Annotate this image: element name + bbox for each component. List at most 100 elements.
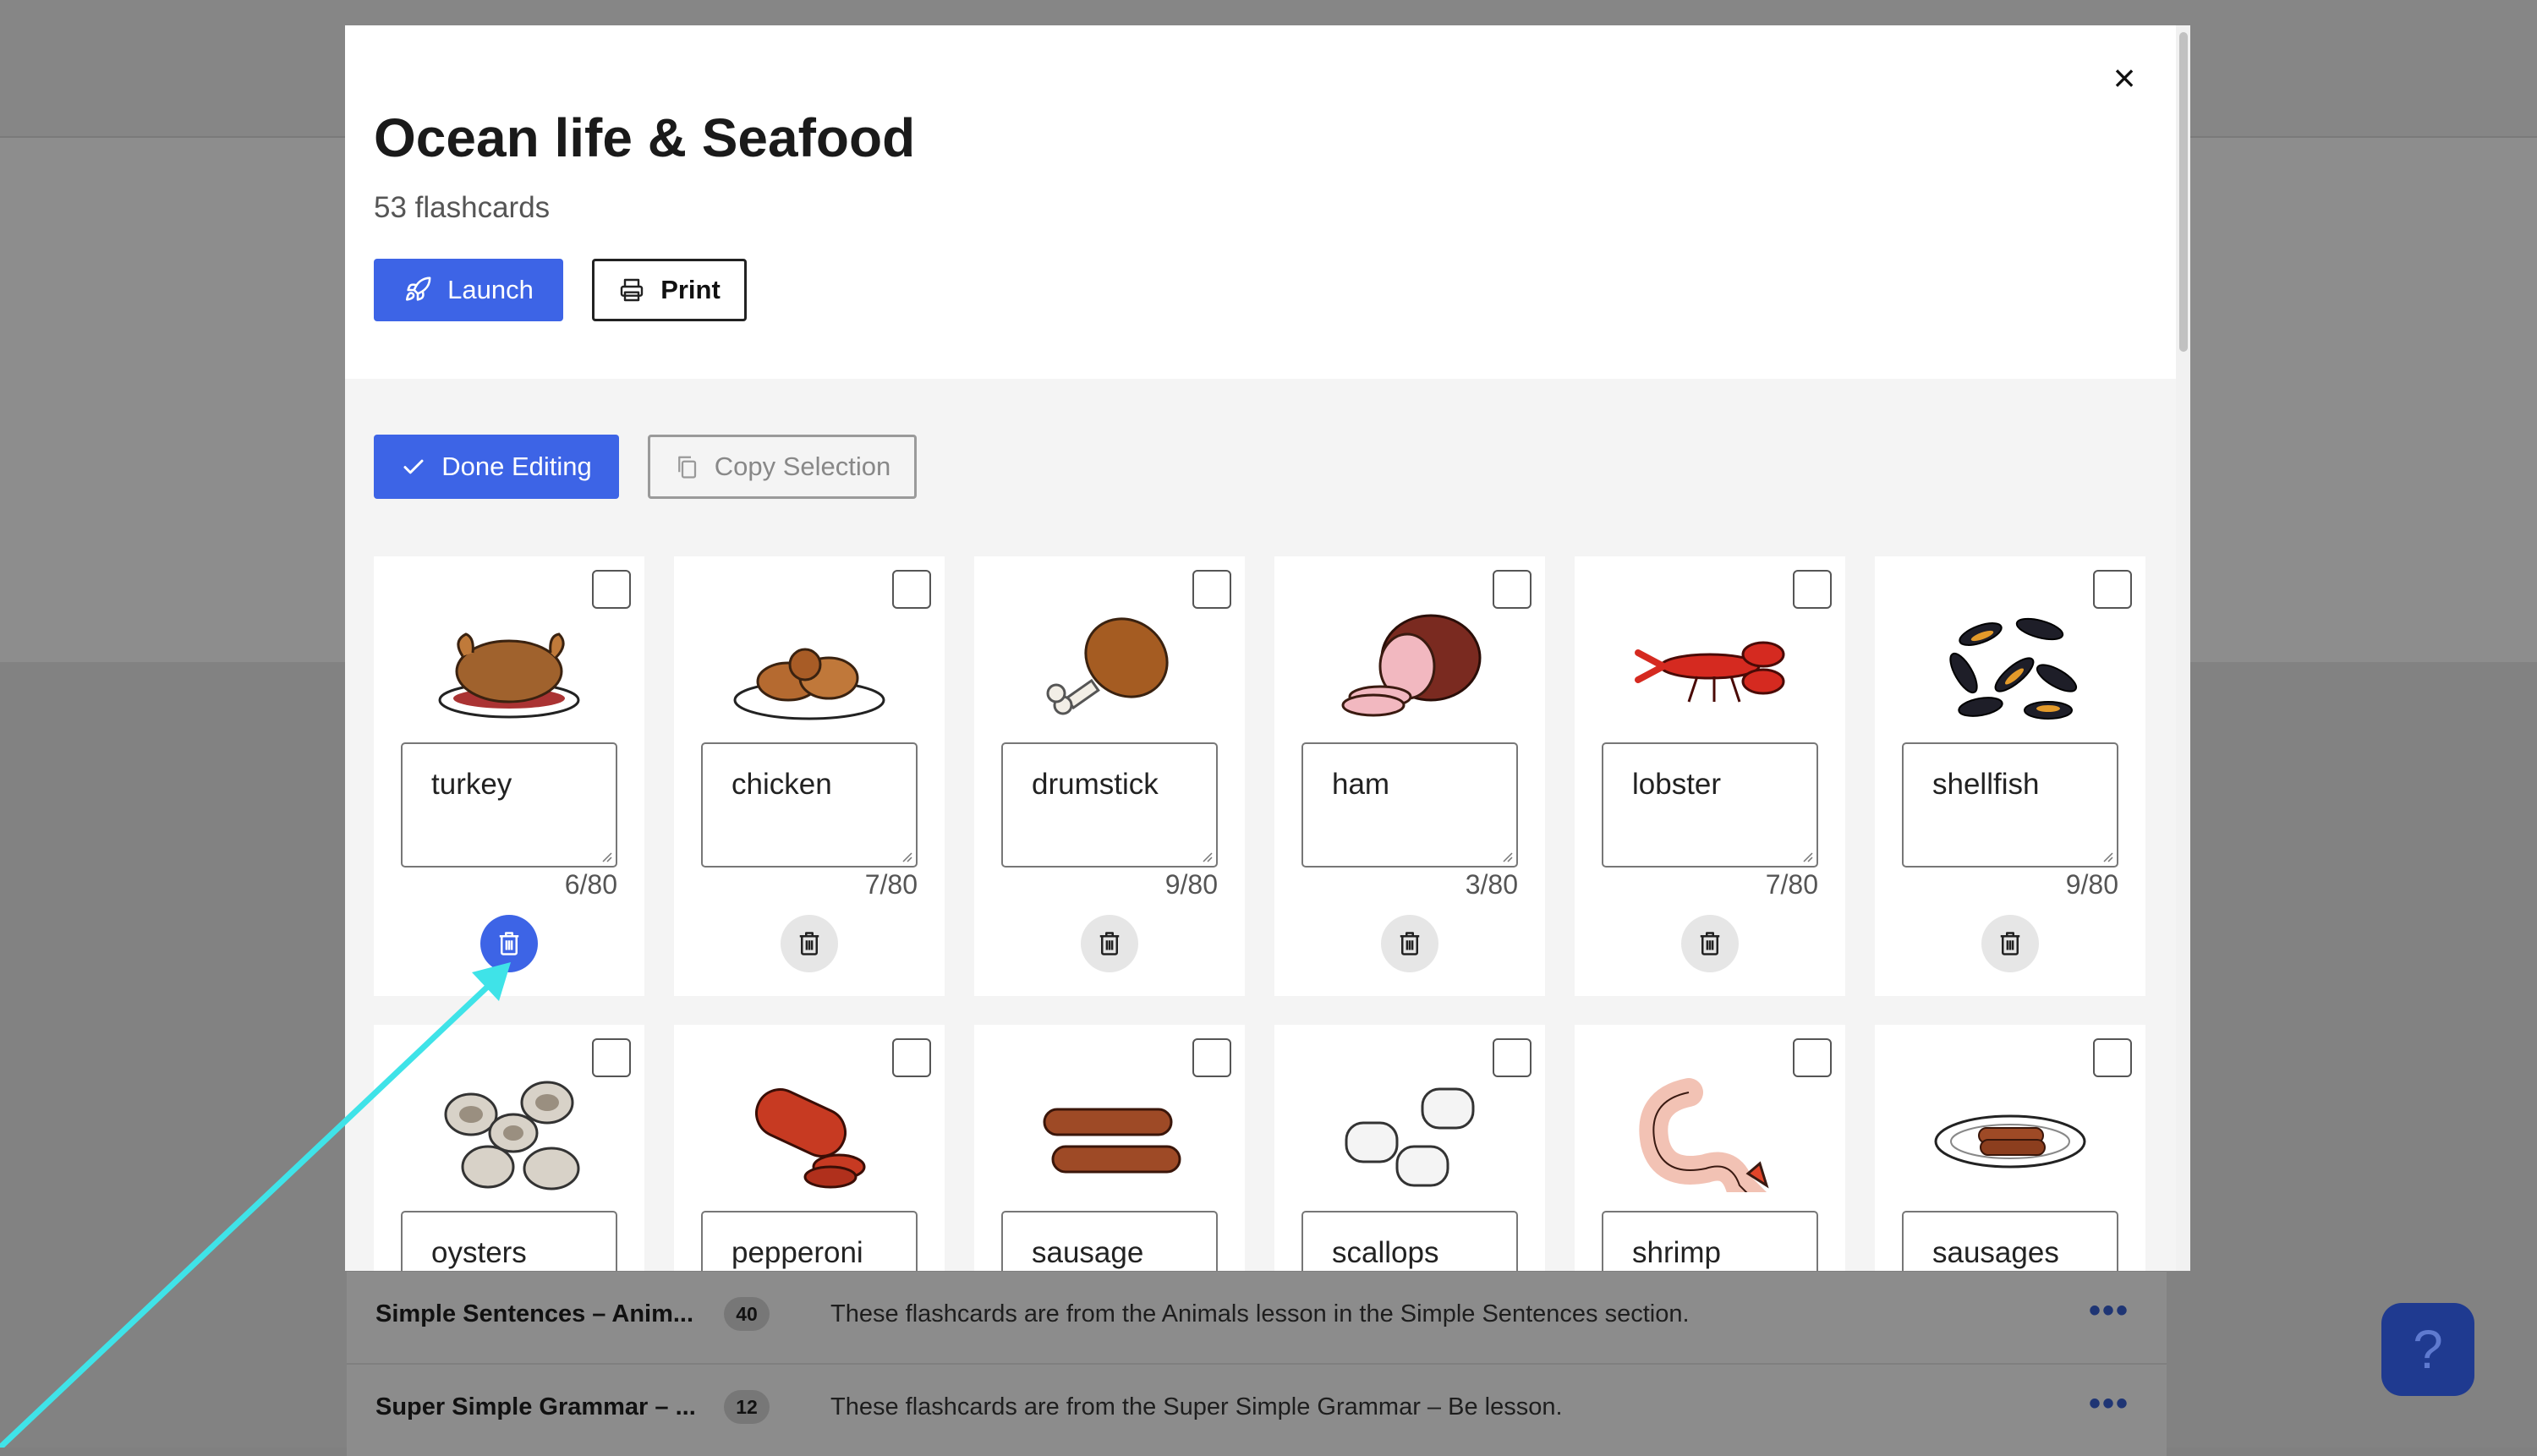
ham-icon bbox=[1341, 614, 1482, 717]
resize-handle-icon[interactable] bbox=[901, 851, 912, 862]
flashcard-word-input[interactable]: sausage bbox=[1001, 1211, 1218, 1271]
more-options-icon[interactable]: ••• bbox=[2089, 1385, 2129, 1423]
more-options-icon[interactable]: ••• bbox=[2089, 1292, 2129, 1330]
flashcard-drumstick: drumstick 9/80 bbox=[974, 556, 1245, 996]
select-checkbox[interactable] bbox=[592, 1038, 631, 1077]
delete-button[interactable] bbox=[480, 915, 538, 972]
select-checkbox[interactable] bbox=[1793, 1038, 1832, 1077]
character-counter: 6/80 bbox=[564, 869, 617, 900]
delete-button[interactable] bbox=[1981, 915, 2039, 972]
flashcard-oysters: oysters bbox=[374, 1025, 644, 1271]
select-checkbox[interactable] bbox=[1493, 570, 1532, 609]
flashcard-word: shellfish bbox=[1932, 768, 2040, 801]
trash-icon bbox=[1997, 929, 2023, 958]
printer-icon bbox=[620, 278, 644, 302]
flashcard-turkey: turkey 6/80 bbox=[374, 556, 644, 996]
flashcard-word-input[interactable]: drumstick bbox=[1001, 742, 1218, 868]
copy-icon bbox=[677, 456, 696, 479]
copy-selection-button[interactable]: Copy Selection bbox=[648, 435, 917, 499]
done-editing-button[interactable]: Done Editing bbox=[374, 435, 619, 499]
trash-icon bbox=[797, 929, 822, 958]
rocket-icon bbox=[406, 276, 431, 301]
set-count-badge: 12 bbox=[724, 1390, 770, 1424]
flashcard-word-input[interactable]: pepperoni bbox=[701, 1211, 918, 1271]
select-checkbox[interactable] bbox=[2093, 1038, 2132, 1077]
trash-icon bbox=[1097, 929, 1122, 958]
flashcard-word-input[interactable]: ham bbox=[1301, 742, 1518, 868]
close-icon[interactable]: × bbox=[2101, 54, 2148, 101]
delete-button[interactable] bbox=[1681, 915, 1739, 972]
set-description: These flashcards are from the Animals le… bbox=[830, 1300, 1690, 1327]
delete-button[interactable] bbox=[1081, 915, 1138, 972]
set-count-badge: 40 bbox=[724, 1297, 770, 1331]
set-description: These flashcards are from the Super Simp… bbox=[830, 1393, 1563, 1420]
select-checkbox[interactable] bbox=[2093, 570, 2132, 609]
flashcard-word: sausages bbox=[1932, 1236, 2059, 1269]
select-checkbox[interactable] bbox=[892, 1038, 931, 1077]
oysters-icon bbox=[444, 1081, 580, 1191]
copy-selection-label: Copy Selection bbox=[714, 452, 891, 481]
lobster-icon bbox=[1635, 641, 1785, 703]
flashcard-word: lobster bbox=[1632, 768, 1722, 801]
flashcard-word: chicken bbox=[732, 768, 832, 801]
checkmark-icon bbox=[403, 459, 424, 474]
turkey-icon bbox=[438, 632, 580, 719]
select-checkbox[interactable] bbox=[592, 570, 631, 609]
trash-icon bbox=[496, 929, 522, 958]
flashcard-word-input[interactable]: oysters bbox=[401, 1211, 617, 1271]
flashcard-count: 53 flashcards bbox=[374, 191, 551, 224]
select-checkbox[interactable] bbox=[1192, 1038, 1231, 1077]
launch-button[interactable]: Launch bbox=[374, 259, 563, 321]
select-checkbox[interactable] bbox=[1192, 570, 1231, 609]
character-counter: 9/80 bbox=[2065, 869, 2118, 900]
print-label: Print bbox=[660, 275, 721, 304]
flashcard-word: pepperoni bbox=[732, 1236, 863, 1269]
delete-button[interactable] bbox=[781, 915, 838, 972]
flashcard-word: shrimp bbox=[1632, 1236, 1722, 1269]
flashcard-word-input[interactable]: lobster bbox=[1602, 742, 1818, 868]
flashcard-word-input[interactable]: shellfish bbox=[1902, 742, 2118, 868]
select-checkbox[interactable] bbox=[1793, 570, 1832, 609]
help-button[interactable]: ? bbox=[2381, 1303, 2474, 1396]
page-title: Ocean life & Seafood bbox=[374, 107, 916, 168]
drumstick-icon bbox=[1046, 617, 1169, 715]
flashcard-word-input[interactable]: turkey bbox=[401, 742, 617, 868]
sausage-icon bbox=[1043, 1108, 1181, 1174]
flashcard-chicken: chicken 7/80 bbox=[674, 556, 945, 996]
flashcard-word-input[interactable]: chicken bbox=[701, 742, 918, 868]
flashcard-word-input[interactable]: shrimp bbox=[1602, 1211, 1818, 1271]
set-title: Simple Sentences – Anim... bbox=[375, 1300, 694, 1327]
scrollbar-thumb[interactable] bbox=[2179, 32, 2188, 352]
list-item[interactable]: Super Simple Grammar – ... 12 These flas… bbox=[347, 1363, 2167, 1456]
shrimp-icon bbox=[1639, 1078, 1769, 1192]
flashcard-word-input[interactable]: scallops bbox=[1301, 1211, 1518, 1271]
flashcard-set-list: Simple Sentences – Anim... 40 These flas… bbox=[347, 1270, 2167, 1456]
flashcard-word: ham bbox=[1332, 768, 1390, 801]
flashcard-word-input[interactable]: sausages bbox=[1902, 1211, 2118, 1271]
resize-handle-icon[interactable] bbox=[1801, 851, 1813, 862]
resize-handle-icon[interactable] bbox=[600, 851, 612, 862]
resize-handle-icon[interactable] bbox=[1201, 851, 1213, 862]
chicken-icon bbox=[733, 648, 885, 720]
flashcard-word: sausage bbox=[1032, 1236, 1144, 1269]
scallops-icon bbox=[1345, 1087, 1475, 1187]
resize-handle-icon[interactable] bbox=[1501, 851, 1513, 862]
list-item[interactable]: Simple Sentences – Anim... 40 These flas… bbox=[347, 1270, 2167, 1363]
flashcard-shrimp: shrimp bbox=[1575, 1025, 1845, 1271]
flashcard-sausage: sausage bbox=[974, 1025, 1245, 1271]
resize-handle-icon[interactable] bbox=[2101, 851, 2113, 862]
shellfish-icon bbox=[1949, 617, 2078, 720]
select-checkbox[interactable] bbox=[892, 570, 931, 609]
set-title: Super Simple Grammar – ... bbox=[375, 1393, 696, 1420]
flashcard-shellfish: shellfish 9/80 bbox=[1875, 556, 2145, 996]
flashcard-lobster: lobster 7/80 bbox=[1575, 556, 1845, 996]
flashcard-pepperoni: pepperoni bbox=[674, 1025, 945, 1271]
print-button[interactable]: Print bbox=[592, 259, 747, 321]
delete-button[interactable] bbox=[1381, 915, 1438, 972]
character-counter: 9/80 bbox=[1164, 869, 1218, 900]
character-counter: 7/80 bbox=[864, 869, 918, 900]
select-checkbox[interactable] bbox=[1493, 1038, 1532, 1077]
pepperoni-icon bbox=[755, 1088, 866, 1189]
flashcard-word: turkey bbox=[431, 768, 512, 801]
sausages-icon bbox=[1934, 1114, 2086, 1169]
